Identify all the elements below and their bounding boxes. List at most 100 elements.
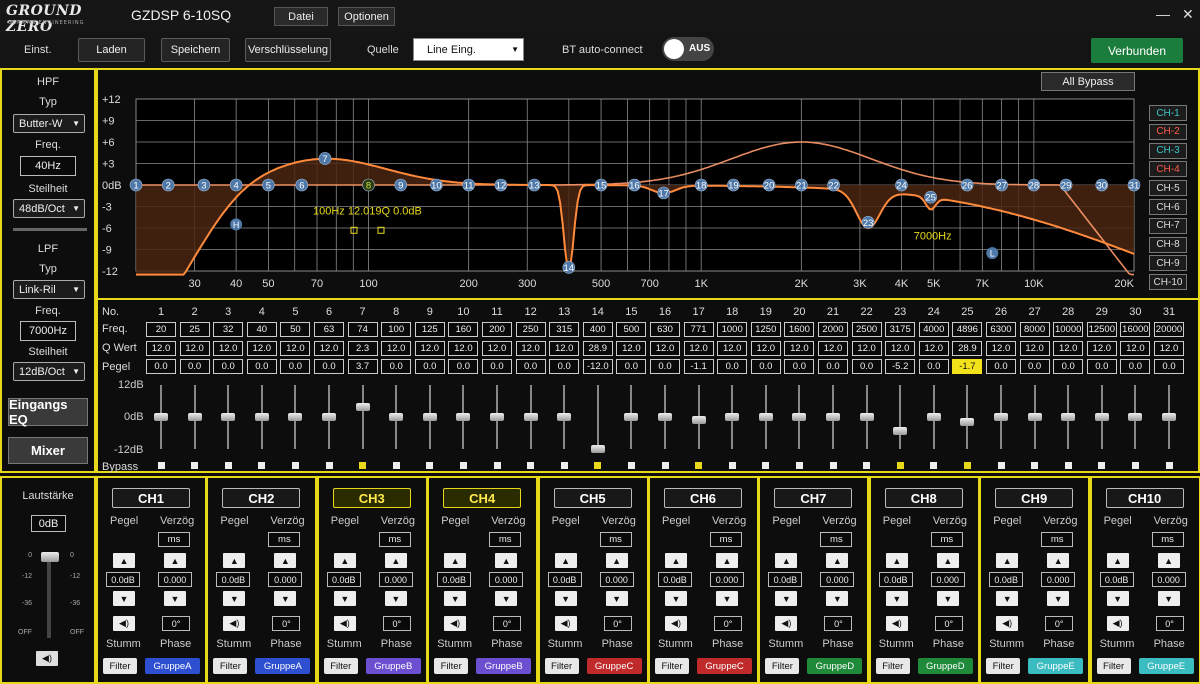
band-q-field[interactable]: 12.0	[818, 341, 848, 356]
mute-button[interactable]: ◀)	[1106, 616, 1129, 631]
band-fader[interactable]	[422, 413, 437, 421]
filter-button[interactable]: Filter	[434, 658, 469, 674]
volume-value[interactable]: 0dB	[31, 515, 66, 532]
band-bypass-toggle[interactable]	[795, 462, 803, 469]
band-gain-field[interactable]: 0.0	[448, 359, 479, 374]
band-fader[interactable]	[960, 417, 975, 426]
channel-name-button[interactable]: CH6	[664, 488, 742, 508]
band-gain-field[interactable]: 0.0	[1154, 359, 1184, 374]
band-freq-field[interactable]: 630	[650, 322, 680, 337]
band-fader[interactable]	[725, 413, 740, 421]
level-field[interactable]: 0.0dB	[437, 572, 472, 587]
delay-field[interactable]: 0.000	[930, 572, 965, 587]
group-button[interactable]: GruppeB	[476, 658, 532, 674]
hpf-freq-field[interactable]: 40Hz	[20, 156, 76, 176]
band-q-field[interactable]: 12.0	[1053, 341, 1084, 356]
band-gain-field[interactable]: 0.0	[1019, 359, 1050, 374]
band-gain-field[interactable]: 0.0	[616, 359, 647, 374]
band-fader[interactable]	[1128, 413, 1143, 421]
filter-button[interactable]: Filter	[213, 658, 248, 674]
band-freq-field[interactable]: 2500	[851, 322, 882, 337]
band-q-field[interactable]: 12.0	[213, 341, 244, 356]
delay-field[interactable]: 0.000	[820, 572, 855, 587]
band-fader[interactable]	[389, 413, 404, 421]
band-bypass-toggle[interactable]	[627, 462, 635, 469]
band-freq-field[interactable]: 63	[314, 322, 344, 337]
level-up-button[interactable]: ▲	[444, 553, 467, 568]
group-button[interactable]: GruppeE	[1138, 658, 1194, 674]
band-gain-field[interactable]: 0.0	[784, 359, 815, 374]
band-q-field[interactable]: 12.0	[717, 341, 748, 356]
band-gain-field[interactable]: 0.0	[851, 359, 882, 374]
band-bypass-toggle[interactable]	[258, 462, 266, 469]
mute-button[interactable]: ◀)	[885, 616, 908, 631]
band-bypass-toggle[interactable]	[863, 462, 871, 469]
delay-up-button[interactable]: ▲	[936, 553, 959, 568]
band-fader[interactable]	[288, 413, 303, 421]
phase-button[interactable]: 0°	[162, 616, 190, 631]
band-q-field[interactable]: 12.0	[650, 341, 680, 356]
phase-button[interactable]: 0°	[824, 616, 853, 631]
delay-unit-button[interactable]: ms	[930, 532, 963, 547]
band-fader[interactable]	[1027, 413, 1042, 421]
band-freq-field[interactable]: 100	[381, 322, 412, 337]
band-gain-field[interactable]: 0.0	[314, 359, 344, 374]
delay-up-button[interactable]: ▲	[716, 553, 738, 568]
connection-status-button[interactable]: Verbunden	[1091, 38, 1183, 63]
delay-down-button[interactable]: ▼	[1047, 591, 1070, 606]
band-fader[interactable]	[826, 413, 840, 421]
mixer-button[interactable]: Mixer	[8, 437, 88, 464]
channel-name-button[interactable]: CH8	[884, 488, 963, 508]
band-fader[interactable]	[254, 413, 269, 421]
mute-button[interactable]: ◀)	[444, 616, 467, 631]
band-freq-field[interactable]: 20	[146, 322, 176, 337]
band-gain-field[interactable]: -5.2	[885, 359, 916, 374]
delay-down-button[interactable]: ▼	[164, 591, 186, 606]
band-bypass-toggle[interactable]	[459, 462, 467, 469]
band-fader[interactable]	[221, 413, 236, 421]
band-gain-field[interactable]: 3.7	[347, 359, 378, 374]
band-freq-field[interactable]: 200	[482, 322, 512, 337]
band-q-field[interactable]: 12.0	[414, 341, 445, 356]
channel-name-button[interactable]: CH1	[112, 488, 190, 508]
band-gain-field[interactable]: 0.0	[549, 359, 580, 374]
band-freq-field[interactable]: 10000	[1053, 322, 1084, 337]
group-button[interactable]: GruppeC	[697, 658, 752, 674]
group-button[interactable]: GruppeA	[145, 658, 200, 674]
delay-field[interactable]: 0.000	[378, 572, 413, 587]
level-down-button[interactable]: ▼	[333, 591, 356, 606]
channel-name-button[interactable]: CH9	[995, 488, 1074, 508]
close-icon[interactable]: ✕	[1182, 6, 1194, 23]
channel-name-button[interactable]: CH5	[553, 488, 632, 508]
band-gain-field[interactable]: 0.0	[482, 359, 512, 374]
master-mute-button[interactable]: ◀)	[36, 651, 58, 666]
group-button[interactable]: GruppeE	[1028, 658, 1084, 674]
band-freq-field[interactable]: 125	[414, 322, 445, 337]
mute-button[interactable]: ◀)	[333, 616, 356, 631]
delay-up-button[interactable]: ▲	[1047, 553, 1070, 568]
filter-button[interactable]: Filter	[544, 658, 579, 674]
level-down-button[interactable]: ▼	[665, 591, 687, 606]
channel-select-1[interactable]: CH-1	[1149, 105, 1187, 121]
band-freq-field[interactable]: 8000	[1019, 322, 1050, 337]
band-freq-field[interactable]: 160	[448, 322, 479, 337]
delay-down-button[interactable]: ▼	[716, 591, 738, 606]
delay-down-button[interactable]: ▼	[1157, 591, 1180, 606]
delay-unit-button[interactable]: ms	[158, 532, 190, 547]
delay-unit-button[interactable]: ms	[268, 532, 301, 547]
band-freq-field[interactable]: 1000	[717, 322, 748, 337]
mute-button[interactable]: ◀)	[996, 616, 1019, 631]
band-q-field[interactable]: 12.0	[616, 341, 647, 356]
level-up-button[interactable]: ▲	[996, 553, 1019, 568]
level-up-button[interactable]: ▲	[113, 553, 135, 568]
level-field[interactable]: 0.0dB	[547, 572, 582, 587]
band-bypass-toggle[interactable]	[1165, 462, 1173, 469]
band-freq-field[interactable]: 3175	[885, 322, 916, 337]
mute-button[interactable]: ◀)	[775, 616, 798, 631]
band-bypass-toggle[interactable]	[291, 462, 299, 469]
delay-up-button[interactable]: ▲	[1157, 553, 1180, 568]
band-q-field[interactable]: 2.3	[347, 341, 378, 356]
band-fader[interactable]	[758, 413, 773, 421]
band-gain-field[interactable]: 0.0	[213, 359, 244, 374]
delay-up-button[interactable]: ▲	[605, 553, 628, 568]
